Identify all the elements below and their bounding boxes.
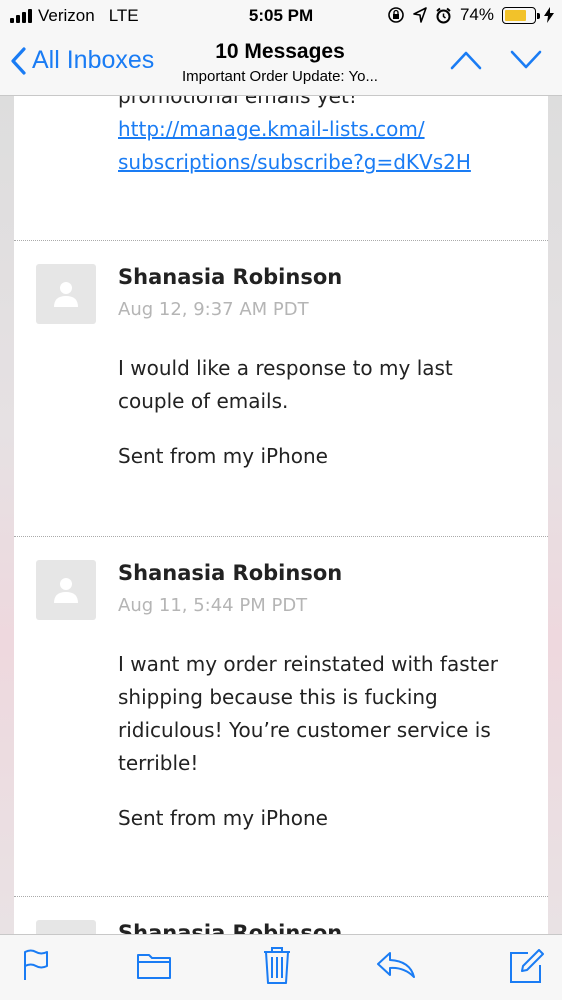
avatar bbox=[36, 264, 96, 324]
blurred-edge-left bbox=[0, 96, 14, 934]
blurred-edge-right bbox=[548, 96, 562, 934]
message-body-line: terrible! bbox=[118, 751, 199, 775]
folder-icon[interactable] bbox=[136, 949, 172, 981]
back-button-label: All Inboxes bbox=[32, 46, 155, 74]
message-body: I want my order reinstated with faster s… bbox=[118, 648, 538, 780]
charging-bolt-icon bbox=[544, 7, 554, 23]
message-body-line: I want my order reinstated with faster bbox=[118, 652, 499, 676]
previous-message-text: promotional emails yet! bbox=[118, 96, 357, 108]
sender-name: Shanasia Robinson bbox=[118, 561, 343, 585]
sender-name: Shanasia Robinson bbox=[118, 921, 343, 934]
thread-title: 10 Messages Important Order Update: Yo..… bbox=[160, 40, 400, 85]
message-body-line: shipping because this is fucking bbox=[118, 685, 438, 709]
orientation-lock-icon bbox=[388, 7, 404, 23]
subscription-link[interactable]: http://manage.kmail-lists.com/ subscript… bbox=[118, 113, 471, 179]
message-thread[interactable]: promotional emails yet! http://manage.km… bbox=[14, 96, 548, 934]
message-signature: Sent from my iPhone bbox=[118, 444, 328, 468]
alarm-icon bbox=[436, 7, 451, 23]
previous-message-button[interactable] bbox=[450, 50, 482, 70]
compose-icon[interactable] bbox=[508, 949, 544, 985]
flag-icon[interactable] bbox=[22, 949, 50, 981]
sender-name: Shanasia Robinson bbox=[118, 265, 343, 289]
bottom-toolbar bbox=[0, 934, 562, 1000]
back-button[interactable]: All Inboxes bbox=[10, 46, 154, 75]
battery-percent: 74% bbox=[459, 5, 494, 24]
trash-icon[interactable] bbox=[262, 945, 292, 985]
message-signature: Sent from my iPhone bbox=[118, 806, 328, 830]
message-body: I would like a response to my last coupl… bbox=[118, 352, 538, 418]
battery-icon bbox=[502, 6, 540, 24]
navigation-bar: All Inboxes 10 Messages Important Order … bbox=[0, 34, 562, 96]
message-body-line: ridiculous! You’re customer service is bbox=[118, 718, 491, 742]
message-count-title: 10 Messages bbox=[215, 40, 345, 63]
avatar bbox=[36, 920, 96, 934]
reply-icon[interactable] bbox=[376, 949, 416, 981]
subscription-link-line1: http://manage.kmail-lists.com/ bbox=[118, 117, 425, 141]
person-icon bbox=[54, 578, 78, 603]
previous-message-tail: promotional emails yet! http://manage.km… bbox=[118, 96, 471, 179]
status-bar: Verizon LTE 5:05 PM 74% bbox=[0, 0, 562, 34]
battery-fill bbox=[505, 9, 526, 21]
avatar bbox=[36, 560, 96, 620]
person-icon bbox=[54, 282, 78, 307]
location-icon bbox=[413, 7, 427, 23]
next-message-button[interactable] bbox=[510, 50, 542, 70]
message-body-line: couple of emails. bbox=[118, 389, 289, 413]
subscription-link-line2: subscriptions/subscribe?g=dKVs2H bbox=[118, 150, 471, 174]
message-divider bbox=[14, 896, 548, 897]
message-date: Aug 12, 9:37 AM PDT bbox=[118, 299, 309, 320]
message-date: Aug 11, 5:44 PM PDT bbox=[118, 595, 308, 616]
thread-subject: Important Order Update: Yo... bbox=[182, 68, 378, 85]
message-divider bbox=[14, 536, 548, 537]
message-body-line: I would like a response to my last bbox=[118, 356, 453, 380]
chevron-left-icon bbox=[11, 46, 26, 75]
message-divider bbox=[14, 240, 548, 241]
